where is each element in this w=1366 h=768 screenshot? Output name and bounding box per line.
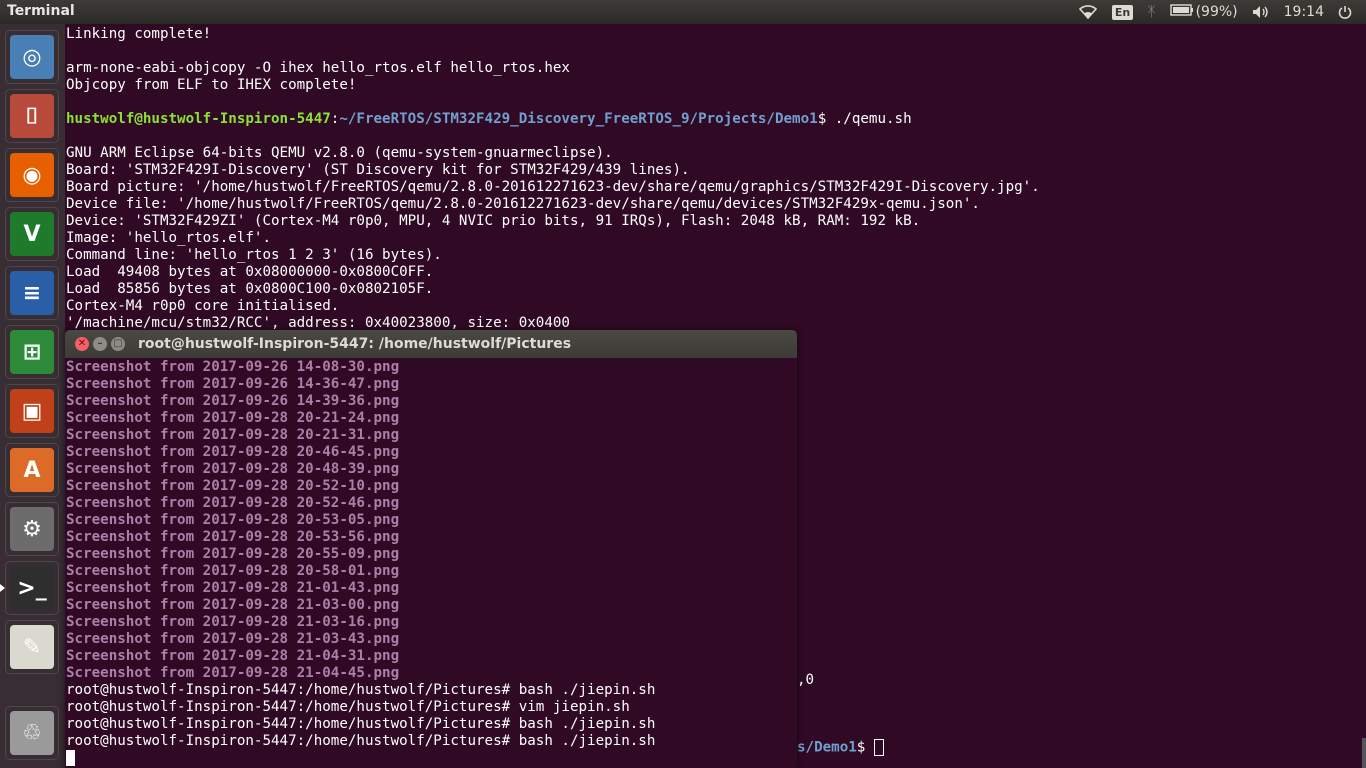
terminal-line: Board: 'STM32F429I-Discovery' (ST Discov…	[66, 162, 690, 178]
launcher-item-ubuntu-dash[interactable]: ◎	[5, 30, 59, 84]
prompt-symbol: $	[856, 739, 874, 756]
firefox-icon: ◉	[10, 153, 54, 197]
power-icon[interactable]	[1338, 5, 1352, 19]
file-list-item: Screenshot from 2017-09-28 20-21-31.png	[66, 427, 400, 443]
launcher-item-firefox[interactable]: ◉	[5, 148, 59, 202]
battery-percent: (99%)	[1195, 4, 1238, 20]
window-title: root@hustwolf-Inspiron-5447: /home/hustw…	[138, 336, 572, 352]
launcher-item-software-center[interactable]: A	[5, 443, 59, 497]
text-cursor	[873, 739, 884, 756]
terminal-output: Linking complete! arm-none-eabi-objcopy …	[66, 26, 1040, 331]
command-line: root@hustwolf-Inspiron-5447:/home/hustwo…	[66, 733, 656, 749]
launcher: ◎ ⌷ ◉ V ≡ ⊞ ▣ A ⚙ >_ ✎ ♲	[0, 24, 65, 768]
keyboard-layout-indicator[interactable]: En	[1111, 4, 1134, 20]
battery-icon	[1169, 4, 1194, 20]
minimize-button[interactable]: –	[93, 337, 107, 351]
battery-indicator[interactable]: (99%)	[1169, 4, 1238, 20]
terminal-prompt-fragment: s/Demo1$	[797, 739, 884, 756]
system-tray: En ᛡ (99%) 19:14	[1078, 0, 1366, 24]
launcher-item-libreoffice-writer[interactable]: ≡	[5, 266, 59, 320]
active-app-title: Terminal	[7, 3, 75, 19]
terminal-line: Image: 'hello_rtos.elf'.	[66, 230, 271, 246]
file-list-item: Screenshot from 2017-09-28 20-53-56.png	[66, 529, 400, 545]
launcher-item-libreoffice-calc[interactable]: ⊞	[5, 325, 59, 379]
close-button[interactable]: ✕	[75, 337, 89, 351]
file-list-item: Screenshot from 2017-09-28 20-58-01.png	[66, 563, 400, 579]
terminal-line: '/machine/mcu/stm32/RCC', address: 0x400…	[66, 315, 570, 331]
clock[interactable]: 19:14	[1284, 4, 1324, 20]
software-center-icon: A	[10, 448, 54, 492]
text-editor-icon: ✎	[10, 625, 54, 669]
files-icon: ⌷	[10, 94, 54, 138]
command-line: root@hustwolf-Inspiron-5447:/home/hustwo…	[66, 716, 656, 732]
wifi-icon[interactable]	[1078, 4, 1098, 20]
file-list-item: Screenshot from 2017-09-28 21-03-43.png	[66, 631, 400, 647]
terminal-line: GNU ARM Eclipse 64-bits QEMU v2.8.0 (qem…	[66, 145, 613, 161]
libreoffice-impress-icon: ▣	[10, 389, 54, 433]
file-list-item: Screenshot from 2017-09-26 14-08-30.png	[66, 359, 400, 375]
file-list-item: Screenshot from 2017-09-28 21-04-45.png	[66, 665, 400, 681]
terminal-line: Cortex-M4 r0p0 core initialised.	[66, 298, 340, 314]
terminal-line: Linking complete!	[66, 26, 212, 42]
libreoffice-calc-icon: ⊞	[10, 330, 54, 374]
file-list-item: Screenshot from 2017-09-28 21-04-31.png	[66, 648, 400, 664]
libreoffice-writer-icon: ≡	[10, 271, 54, 315]
terminal-line: Objcopy from ELF to IHEX complete!	[66, 77, 357, 93]
bluetooth-icon[interactable]: ᛡ	[1147, 4, 1155, 20]
terminal-icon: >_	[10, 566, 54, 610]
volume-icon[interactable]	[1252, 5, 1270, 19]
launcher-item-vim[interactable]: V	[5, 207, 59, 261]
file-list-item: Screenshot from 2017-09-28 20-52-46.png	[66, 495, 400, 511]
terminal-output[interactable]: Screenshot from 2017-09-26 14-08-30.png …	[65, 358, 797, 767]
terminal-line: Load 49408 bytes at 0x08000000-0x0800C0F…	[66, 264, 434, 280]
file-list-item: Screenshot from 2017-09-28 21-03-00.png	[66, 597, 400, 613]
prompt-command: $ ./qemu.sh	[817, 111, 912, 127]
launcher-item-trash[interactable]: ♲	[5, 706, 59, 760]
file-list-item: Screenshot from 2017-09-28 20-53-05.png	[66, 512, 400, 528]
terminal-line: arm-none-eabi-objcopy -O ihex hello_rtos…	[66, 60, 570, 76]
file-list-item: Screenshot from 2017-09-28 20-52-10.png	[66, 478, 400, 494]
keyboard-layout-label: En	[1111, 4, 1134, 20]
terminal-window[interactable]: ✕ – □ root@hustwolf-Inspiron-5447: /home…	[65, 330, 797, 768]
command-line: root@hustwolf-Inspiron-5447:/home/hustwo…	[66, 699, 630, 715]
terminal-line: Command line: 'hello_rtos 1 2 3' (16 byt…	[66, 247, 442, 263]
launcher-item-files[interactable]: ⌷	[5, 89, 59, 143]
file-list-item: Screenshot from 2017-09-28 20-55-09.png	[66, 546, 400, 562]
terminal-fragment: ,0	[797, 672, 815, 688]
launcher-item-text-editor[interactable]: ✎	[5, 620, 59, 674]
launcher-item-libreoffice-impress[interactable]: ▣	[5, 384, 59, 438]
command-line: root@hustwolf-Inspiron-5447:/home/hustwo…	[66, 682, 656, 698]
file-list-item: Screenshot from 2017-09-26 14-39-36.png	[66, 393, 400, 409]
window-titlebar[interactable]: ✕ – □ root@hustwolf-Inspiron-5447: /home…	[65, 330, 797, 358]
vim-icon: V	[10, 212, 54, 256]
terminal-line: Device file: '/home/hustwolf/FreeRTOS/qe…	[66, 196, 980, 212]
prompt-path-fragment: s/Demo1	[797, 739, 857, 756]
prompt-path: ~/FreeRTOS/STM32F429_Discovery_FreeRTOS_…	[339, 111, 818, 127]
file-list-item: Screenshot from 2017-09-28 21-01-43.png	[66, 580, 400, 596]
text-cursor	[66, 750, 75, 766]
prompt-user: hustwolf@hustwolf-Inspiron-5447	[66, 111, 331, 127]
system-settings-icon: ⚙	[10, 507, 54, 551]
file-list-item: Screenshot from 2017-09-26 14-36-47.png	[66, 376, 400, 392]
launcher-item-terminal[interactable]: >_	[5, 561, 59, 615]
ubuntu-dash-icon: ◎	[10, 35, 54, 79]
terminal-line: Device: 'STM32F429ZI' (Cortex-M4 r0p0, M…	[66, 213, 921, 229]
terminal-line: Board picture: '/home/hustwolf/FreeRTOS/…	[66, 179, 1040, 195]
file-list-item: Screenshot from 2017-09-28 20-21-24.png	[66, 410, 400, 426]
maximize-button[interactable]: □	[111, 337, 125, 351]
scrollbar[interactable]	[1362, 738, 1366, 768]
terminal-line: Load 85856 bytes at 0x0800C100-0x0802105…	[66, 281, 434, 297]
file-list-item: Screenshot from 2017-09-28 21-03-16.png	[66, 614, 400, 630]
launcher-item-system-settings[interactable]: ⚙	[5, 502, 59, 556]
running-indicator	[0, 584, 5, 592]
trash-icon: ♲	[10, 711, 54, 755]
top-panel: Terminal En ᛡ (99%) 19:14	[0, 0, 1366, 24]
file-list-item: Screenshot from 2017-09-28 20-46-45.png	[66, 444, 400, 460]
file-list-item: Screenshot from 2017-09-28 20-48-39.png	[66, 461, 400, 477]
